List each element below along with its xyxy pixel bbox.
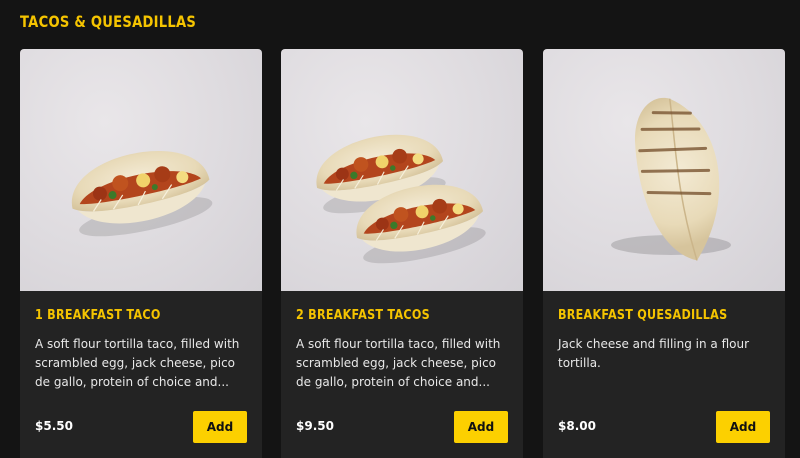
menu-card[interactable]: BREAKFAST QUESADILLAS Jack cheese and fi… [543, 49, 785, 458]
item-price: $8.00 [558, 419, 596, 433]
add-button[interactable]: Add [454, 411, 508, 443]
section-title: TACOS & QUESADILLAS [20, 12, 197, 31]
item-price: $9.50 [296, 419, 334, 433]
menu-grid: 1 BREAKFAST TACO A soft flour tortilla t… [20, 49, 785, 458]
add-button[interactable]: Add [193, 411, 247, 443]
item-name: 2 BREAKFAST TACOS [296, 308, 430, 323]
menu-page: TACOS & QUESADILLAS 1 BREAKFAST TACO A s… [0, 0, 800, 458]
quesadilla-photo[interactable] [543, 49, 785, 291]
single-taco-photo[interactable] [20, 49, 262, 291]
menu-card[interactable]: 1 BREAKFAST TACO A soft flour tortilla t… [20, 49, 262, 458]
item-description: A soft flour tortilla taco, filled with … [296, 337, 501, 389]
add-button[interactable]: Add [716, 411, 770, 443]
item-price: $5.50 [35, 419, 73, 433]
two-tacos-photo[interactable] [281, 49, 523, 291]
item-description: A soft flour tortilla taco, filled with … [35, 337, 240, 389]
item-name: BREAKFAST QUESADILLAS [558, 308, 728, 323]
item-description: Jack cheese and filling in a flour torti… [558, 337, 750, 370]
menu-card[interactable]: 2 BREAKFAST TACOS A soft flour tortilla … [281, 49, 523, 458]
item-name: 1 BREAKFAST TACO [35, 308, 161, 323]
